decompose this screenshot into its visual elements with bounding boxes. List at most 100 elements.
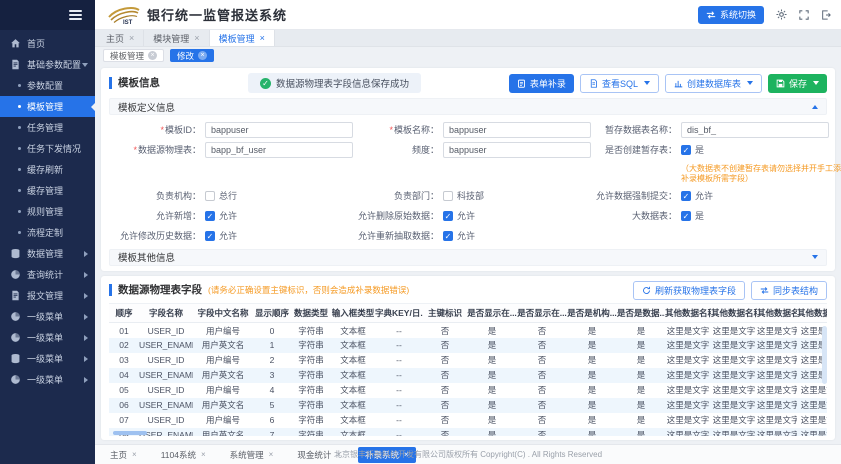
checkbox[interactable]: ✓ [443, 211, 453, 221]
table-row[interactable]: 05USER_ID用户编号4字符串文本框--否是否是是这里是文字这里是文字这里是… [109, 383, 827, 398]
频度-input[interactable] [443, 142, 591, 158]
bottom-tab-label: 现金统计 [297, 449, 331, 461]
sidebar-item-一级菜单[interactable]: 一级菜单 [0, 369, 95, 390]
checkbox[interactable]: ✓ [681, 211, 691, 221]
tab-模板管理[interactable]: 模板管理× [210, 30, 275, 46]
table-row[interactable]: 04USER_ENAME用户英文名3字符串文本框--否是否是是这里是文字这里是文… [109, 368, 827, 383]
sync-structure-button[interactable]: 同步表结构 [751, 281, 827, 300]
horizontal-scrollbar[interactable] [113, 431, 147, 435]
collapse-icon[interactable] [812, 105, 818, 109]
tab-模块管理[interactable]: 模块管理 × [144, 30, 209, 46]
bottom-tab-label: 系统管理 [230, 449, 264, 461]
sidebar-item-数据管理[interactable]: 数据管理 [0, 243, 95, 264]
table-cell: 否 [423, 413, 467, 428]
table-cell: 否 [517, 413, 567, 428]
table-cell: 字符串 [291, 413, 331, 428]
tab-close-icon[interactable]: × [194, 34, 199, 43]
sidebar-item-一级菜单[interactable]: 一级菜单 [0, 306, 95, 327]
vertical-scrollbar[interactable] [822, 326, 827, 384]
table-row[interactable]: 03USER_ID用户编号2字符串文本框--否是否是是这里是文字这里是文字这里是… [109, 353, 827, 368]
checkbox[interactable]: ✓ [681, 191, 691, 201]
fields-table-card: 数据源物理表字段 (请务必正确设置主键标识，否则会造成补录数据错误) 刷新获取物… [101, 276, 835, 440]
table-cell: 这里是文字 [711, 383, 757, 398]
hamburger-menu-icon[interactable] [69, 8, 82, 22]
field-control: 科技部 [443, 188, 484, 204]
tab-close-icon[interactable]: × [269, 451, 274, 459]
table-row[interactable]: 01USER_ID用户编号0字符串文本框--否是否是是这里是文字这里是文字这里是… [109, 323, 827, 338]
field-control: ✓允许 [443, 228, 475, 244]
chip-close-icon[interactable]: × [148, 51, 157, 60]
数据源物理表-input[interactable] [205, 142, 353, 158]
bottom-tab-系统管理[interactable]: 系统管理 × [223, 447, 281, 463]
fullscreen-icon[interactable] [799, 10, 809, 20]
chip-close-icon[interactable]: × [198, 51, 207, 60]
logout-icon[interactable] [821, 10, 831, 20]
sidebar-item-规则管理[interactable]: 规则管理 [0, 201, 95, 222]
table-cell: 字符串 [291, 398, 331, 413]
tab-close-icon[interactable]: × [201, 451, 206, 459]
view-sql-button[interactable]: 查看SQL [580, 74, 659, 93]
tab-主页[interactable]: 主页× [97, 30, 144, 46]
tab-close-icon[interactable]: × [260, 34, 265, 43]
table-row[interactable]: 08USER_ENAME用户英文名7字符串文本框--否是否是是这里是文字这里是文… [109, 428, 827, 436]
模板名称-input[interactable] [443, 122, 591, 138]
refresh-fields-button[interactable]: 刷新获取物理表字段 [633, 281, 745, 300]
暂存数据表名称-input[interactable] [681, 122, 829, 138]
table-cell: 否 [423, 368, 467, 383]
sidebar-item-首页[interactable]: 首页 [0, 33, 95, 54]
table-row[interactable]: 07USER_ID用户编号6字符串文本框--否是否是是这里是文字这里是文字这里是… [109, 413, 827, 428]
sidebar-item-查询统计[interactable]: 查询统计 [0, 264, 95, 285]
sidebar-item-基础参数配置[interactable]: 基础参数配置 [0, 54, 95, 75]
table-cell: 这里是文字 [757, 353, 797, 368]
table-row[interactable]: 06USER_ENAME用户英文名5字符串文本框--否是否是是这里是文字这里是文… [109, 398, 827, 413]
table-cell: 是 [567, 338, 617, 353]
create-db-table-button[interactable]: 创建数据库表 [665, 74, 762, 93]
checkbox[interactable]: ✓ [681, 145, 691, 155]
sidebar-item-缓存管理[interactable]: 缓存管理 [0, 180, 95, 201]
column-header: 字段中文名称 [193, 304, 253, 323]
refresh-icon [642, 286, 651, 295]
system-switch-button[interactable]: 系统切换 [698, 6, 764, 24]
bottom-tab-主页[interactable]: 主页 × [103, 447, 144, 463]
checkbox[interactable]: ✓ [443, 231, 453, 241]
sidebar-item-label: 查询统计 [27, 268, 63, 281]
sidebar-item-一级菜单[interactable]: 一级菜单 [0, 327, 95, 348]
checkbox[interactable] [443, 191, 453, 201]
gear-icon[interactable] [776, 9, 787, 20]
expand-icon[interactable] [812, 255, 818, 259]
table-cell: USER_ID [139, 383, 193, 398]
table-cell: 否 [517, 368, 567, 383]
tab-close-icon[interactable]: × [132, 451, 137, 459]
checkbox[interactable] [205, 191, 215, 201]
bottom-tab-1104系统[interactable]: 1104系统× [154, 447, 213, 463]
sidebar-item-任务管理[interactable]: 任务管理 [0, 117, 95, 138]
table-cell: 这里是文字 [757, 383, 797, 398]
table-row[interactable]: 02USER_ENAME用户英文名1字符串文本框--否是否是是这里是文字这里是文… [109, 338, 827, 353]
checkbox[interactable]: ✓ [205, 231, 215, 241]
sidebar-item-流程定制[interactable]: 流程定制 [0, 222, 95, 243]
field-label: 数据源物理表： [109, 142, 201, 158]
table-cell: 这里是文字 [665, 383, 711, 398]
table-cell: 是 [567, 413, 617, 428]
table-cell: 06 [109, 398, 139, 413]
tab-label: 模块管理 [153, 32, 189, 45]
sidebar-item-label: 一级菜单 [27, 331, 63, 344]
breadcrumb-chip-修改[interactable]: 修改× [170, 49, 214, 62]
sidebar-item-一级菜单[interactable]: 一级菜单 [0, 348, 95, 369]
topbar-actions: 系统切换 [698, 6, 831, 24]
sidebar-item-任务下发情况[interactable]: 任务下发情况 [0, 138, 95, 159]
sidebar-item-参数配置[interactable]: 参数配置 [0, 75, 95, 96]
checkbox-label: 允许 [219, 228, 237, 244]
模板ID-input[interactable] [205, 122, 353, 138]
save-button[interactable]: 保存 [768, 74, 827, 93]
form-entry-button[interactable]: 表单补录 [509, 74, 574, 93]
checkbox[interactable]: ✓ [205, 211, 215, 221]
tab-close-icon[interactable]: × [129, 34, 134, 43]
breadcrumb-chip-模板管理[interactable]: 模板管理× [103, 49, 164, 62]
sidebar-item-缓存刷新[interactable]: 缓存刷新 [0, 159, 95, 180]
sidebar-item-模板管理[interactable]: 模板管理 [0, 96, 95, 117]
sidebar-item-报文管理[interactable]: 报文管理 [0, 285, 95, 306]
bottom-tab-label: 主页 [110, 449, 127, 461]
column-header: 是否是机构... [567, 304, 617, 323]
table-cell: 是 [617, 383, 665, 398]
